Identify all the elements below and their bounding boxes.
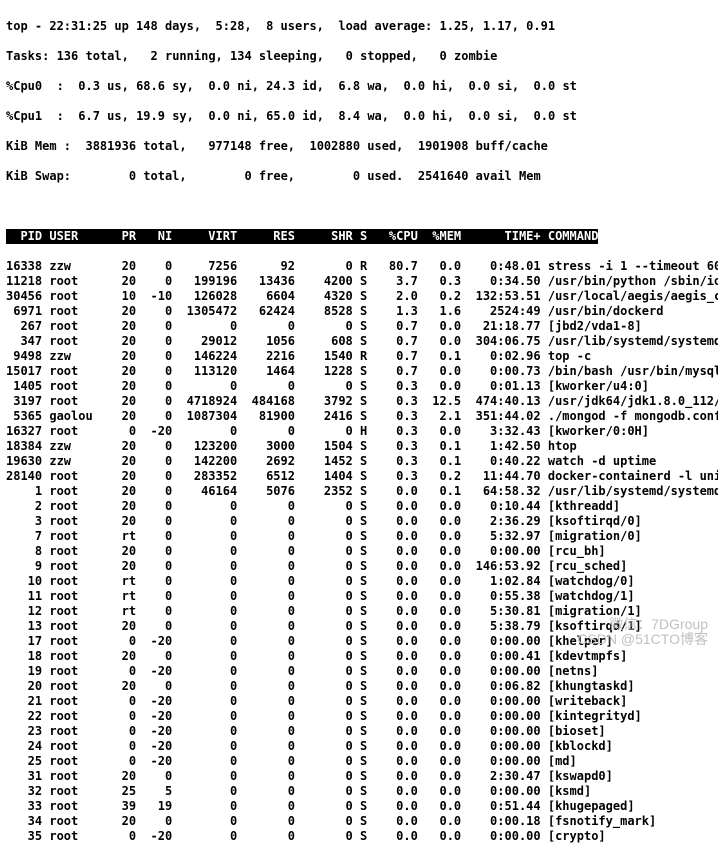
process-row: 22 root 0 -20 0 0 0 S 0.0 0.0 0:00.00 [k…	[6, 709, 712, 724]
process-row: 11 root rt 0 0 0 0 S 0.0 0.0 0:55.38 [wa…	[6, 589, 712, 604]
process-row: 28140 root 20 0 283352 6512 1404 S 0.3 0…	[6, 469, 712, 484]
summary-swap: KiB Swap: 0 total, 0 free, 0 used. 25416…	[6, 169, 712, 184]
process-row: 30456 root 10 -10 126028 6604 4320 S 2.0…	[6, 289, 712, 304]
process-row: 31 root 20 0 0 0 0 S 0.0 0.0 2:30.47 [ks…	[6, 769, 712, 784]
process-row: 32 root 25 5 0 0 0 S 0.0 0.0 0:00.00 [ks…	[6, 784, 712, 799]
process-row: 9498 zzw 20 0 146224 2216 1540 R 0.7 0.1…	[6, 349, 712, 364]
process-row: 347 root 20 0 29012 1056 608 S 0.7 0.0 3…	[6, 334, 712, 349]
summary-cpu0: %Cpu0 : 0.3 us, 68.6 sy, 0.0 ni, 24.3 id…	[6, 79, 712, 94]
process-row: 3197 root 20 0 4718924 484168 3792 S 0.3…	[6, 394, 712, 409]
process-row: 19630 zzw 20 0 142200 2692 1452 S 0.3 0.…	[6, 454, 712, 469]
process-row: 21 root 0 -20 0 0 0 S 0.0 0.0 0:00.00 [w…	[6, 694, 712, 709]
process-row: 11218 root 20 0 199196 13436 4200 S 3.7 …	[6, 274, 712, 289]
process-row: 34 root 20 0 0 0 0 S 0.0 0.0 0:00.18 [fs…	[6, 814, 712, 829]
process-list: 16338 zzw 20 0 7256 92 0 R 80.7 0.0 0:48…	[6, 259, 712, 844]
process-row: 1405 root 20 0 0 0 0 S 0.3 0.0 0:01.13 […	[6, 379, 712, 394]
process-row: 13 root 20 0 0 0 0 S 0.0 0.0 5:38.79 [ks…	[6, 619, 712, 634]
process-row: 17 root 0 -20 0 0 0 S 0.0 0.0 0:00.00 [k…	[6, 634, 712, 649]
process-row: 6971 root 20 0 1305472 62424 8528 S 1.3 …	[6, 304, 712, 319]
process-row: 16327 root 0 -20 0 0 0 H 0.3 0.0 3:32.43…	[6, 424, 712, 439]
summary-mem: KiB Mem : 3881936 total, 977148 free, 10…	[6, 139, 712, 154]
column-headers[interactable]: PID USER PR NI VIRT RES SHR S %CPU %MEM …	[6, 229, 598, 244]
process-row: 15017 root 20 0 113120 1464 1228 S 0.7 0…	[6, 364, 712, 379]
process-row: 12 root rt 0 0 0 0 S 0.0 0.0 5:30.81 [mi…	[6, 604, 712, 619]
summary-uptime: top - 22:31:25 up 148 days, 5:28, 8 user…	[6, 19, 712, 34]
process-row: 8 root 20 0 0 0 0 S 0.0 0.0 0:00.00 [rcu…	[6, 544, 712, 559]
process-row: 35 root 0 -20 0 0 0 S 0.0 0.0 0:00.00 [c…	[6, 829, 712, 844]
blank-line	[6, 199, 712, 214]
process-row: 9 root 20 0 0 0 0 S 0.0 0.0 146:53.92 [r…	[6, 559, 712, 574]
process-row: 10 root rt 0 0 0 0 S 0.0 0.0 1:02.84 [wa…	[6, 574, 712, 589]
process-row: 2 root 20 0 0 0 0 S 0.0 0.0 0:10.44 [kth…	[6, 499, 712, 514]
summary-tasks: Tasks: 136 total, 2 running, 134 sleepin…	[6, 49, 712, 64]
process-row: 16338 zzw 20 0 7256 92 0 R 80.7 0.0 0:48…	[6, 259, 712, 274]
process-row: 7 root rt 0 0 0 0 S 0.0 0.0 5:32.97 [mig…	[6, 529, 712, 544]
process-row: 33 root 39 19 0 0 0 S 0.0 0.0 0:51.44 [k…	[6, 799, 712, 814]
process-row: 267 root 20 0 0 0 0 S 0.7 0.0 21:18.77 […	[6, 319, 712, 334]
process-row: 5365 gaolou 20 0 1087304 81900 2416 S 0.…	[6, 409, 712, 424]
process-row: 3 root 20 0 0 0 0 S 0.0 0.0 2:36.29 [kso…	[6, 514, 712, 529]
process-row: 18384 zzw 20 0 123200 3000 1504 S 0.3 0.…	[6, 439, 712, 454]
process-row: 23 root 0 -20 0 0 0 S 0.0 0.0 0:00.00 [b…	[6, 724, 712, 739]
process-row: 25 root 0 -20 0 0 0 S 0.0 0.0 0:00.00 [m…	[6, 754, 712, 769]
column-header-row: PID USER PR NI VIRT RES SHR S %CPU %MEM …	[6, 229, 712, 244]
process-row: 24 root 0 -20 0 0 0 S 0.0 0.0 0:00.00 [k…	[6, 739, 712, 754]
process-row: 20 root 20 0 0 0 0 S 0.0 0.0 0:06.82 [kh…	[6, 679, 712, 694]
summary-cpu1: %Cpu1 : 6.7 us, 19.9 sy, 0.0 ni, 65.0 id…	[6, 109, 712, 124]
terminal-output: top - 22:31:25 up 148 days, 5:28, 8 user…	[0, 0, 718, 863]
process-row: 19 root 0 -20 0 0 0 S 0.0 0.0 0:00.00 [n…	[6, 664, 712, 679]
process-row: 1 root 20 0 46164 5076 2352 S 0.0 0.1 64…	[6, 484, 712, 499]
